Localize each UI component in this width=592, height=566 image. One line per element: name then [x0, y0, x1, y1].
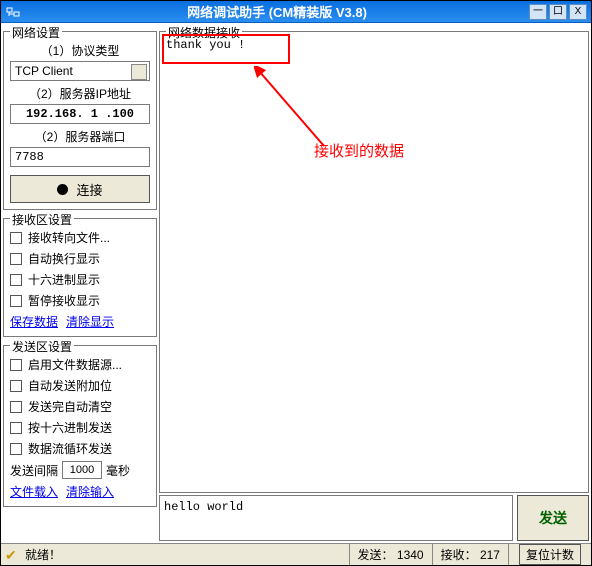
checkbox[interactable] — [10, 232, 22, 244]
app-window: 网络调试助手 (CM精装版 V3.8) 一 口 X 网络设置 （1）协议类型 T… — [0, 0, 592, 566]
maximize-button[interactable]: 口 — [549, 4, 567, 20]
right-panel: 网络数据接收 thank you ! 接收到的数据 发送 — [159, 25, 589, 541]
status-recv: 接收： 217 — [432, 544, 508, 565]
protocol-value: TCP Client — [15, 64, 73, 78]
server-ip-input[interactable] — [10, 104, 150, 124]
clear-input-link[interactable]: 清除输入 — [66, 483, 114, 500]
clear-display-link[interactable]: 清除显示 — [66, 313, 114, 330]
network-settings-group: 网络设置 （1）协议类型 TCP Client （2）服务器IP地址 （2）服务… — [3, 31, 157, 210]
check-label: 暂停接收显示 — [28, 292, 100, 309]
app-icon — [5, 4, 21, 20]
minimize-button[interactable]: 一 — [529, 4, 547, 20]
checkbox[interactable] — [10, 274, 22, 286]
server-ip-label: （2）服务器IP地址 — [10, 85, 150, 102]
server-port-input[interactable] — [10, 147, 150, 167]
checkbox[interactable] — [10, 359, 22, 371]
left-panel: 网络设置 （1）协议类型 TCP Client （2）服务器IP地址 （2）服务… — [3, 25, 157, 541]
protocol-label: （1）协议类型 — [10, 42, 150, 59]
server-port-label: （2）服务器端口 — [10, 128, 150, 145]
check-label: 自动发送附加位 — [28, 377, 112, 394]
check-label: 按十六进制发送 — [28, 419, 112, 436]
interval-unit: 毫秒 — [106, 462, 130, 479]
check-label: 启用文件数据源... — [28, 356, 122, 373]
status-ready: 就绪！ — [25, 546, 61, 563]
recv-settings-group: 接收区设置 接收转向文件... 自动换行显示 十六进制显示 暂停接收显示 保存数… — [3, 218, 157, 337]
check-label: 接收转向文件... — [28, 229, 110, 246]
checkbox[interactable] — [10, 295, 22, 307]
statusbar: ✔ 就绪！ 发送： 1340 接收： 217 复位计数 — [1, 543, 591, 565]
ready-icon: ✔ — [5, 547, 21, 563]
interval-label: 发送间隔 — [10, 462, 58, 479]
checkbox[interactable] — [10, 380, 22, 392]
checkbox[interactable] — [10, 443, 22, 455]
check-label: 发送完自动清空 — [28, 398, 112, 415]
checkbox[interactable] — [10, 422, 22, 434]
status-sent: 发送： 1340 — [349, 544, 432, 565]
checkbox[interactable] — [10, 401, 22, 413]
reset-count-button[interactable]: 复位计数 — [519, 544, 581, 565]
send-button[interactable]: 发送 — [517, 495, 589, 541]
group-title: 网络设置 — [10, 24, 62, 41]
window-title: 网络调试助手 (CM精装版 V3.8) — [25, 2, 529, 21]
connect-label: 连接 — [76, 180, 102, 199]
recv-data-area[interactable]: 网络数据接收 thank you ! 接收到的数据 — [159, 31, 589, 493]
recv-text: thank you ! — [166, 38, 245, 52]
check-label: 数据流循环发送 — [28, 440, 112, 457]
protocol-select[interactable]: TCP Client — [10, 61, 150, 81]
file-load-link[interactable]: 文件载入 — [10, 483, 58, 500]
chevron-down-icon — [136, 68, 144, 73]
save-data-link[interactable]: 保存数据 — [10, 313, 58, 330]
check-label: 自动换行显示 — [28, 250, 100, 267]
close-button[interactable]: X — [569, 4, 587, 20]
annotation-text: 接收到的数据 — [314, 140, 404, 161]
send-input[interactable] — [159, 495, 513, 541]
status-dot-icon — [57, 184, 68, 195]
send-settings-group: 发送区设置 启用文件数据源... 自动发送附加位 发送完自动清空 按十六进制发送… — [3, 345, 157, 507]
group-title: 发送区设置 — [10, 338, 74, 355]
check-label: 十六进制显示 — [28, 271, 100, 288]
checkbox[interactable] — [10, 253, 22, 265]
group-title: 接收区设置 — [10, 211, 74, 228]
connect-button[interactable]: 连接 — [10, 175, 150, 203]
interval-input[interactable] — [62, 461, 102, 479]
titlebar: 网络调试助手 (CM精装版 V3.8) 一 口 X — [1, 1, 591, 23]
